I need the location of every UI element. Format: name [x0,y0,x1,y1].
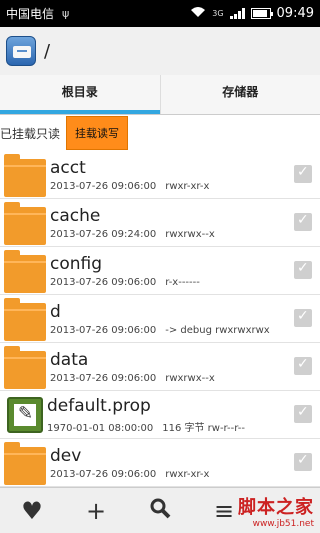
select-checkbox[interactable] [294,212,312,231]
folder-icon [4,201,46,245]
folder-icon [4,441,46,485]
wifi-icon [190,6,206,21]
file-perm: r-x------ [165,276,200,288]
file-perm: rwxr-xr-x [165,468,210,480]
select-checkbox[interactable] [294,260,312,279]
tab-root[interactable]: 根目录 [0,75,160,114]
usb-icon: ψ [62,7,70,20]
folder-icon [4,153,46,197]
file-name: default.prop [47,395,151,416]
signal-icon [229,8,245,19]
file-perm: -> debug rwxrwxrwx [165,324,270,336]
file-name: config [50,253,103,274]
file-row[interactable]: cache 2013-07-26 09:24:00 rwxrwx--x [0,199,320,247]
select-checkbox[interactable] [294,308,312,327]
file-row[interactable]: dev 2013-07-26 09:06:00 rwxr-xr-x [0,439,320,487]
file-name: data [50,349,89,370]
folder-icon [4,297,46,341]
carrier-label: 中国电信 [6,7,55,21]
watermark-title: 脚本之家 [238,497,314,518]
folder-icon [4,249,46,293]
watermark-url: www.jb51.net [252,519,314,529]
watermark: 脚本之家 www.jb51.net [238,493,314,529]
file-date: 2013-07-26 09:06:00 [50,324,157,336]
mount-status-label: 已挂载只读 [0,126,61,141]
network-type: 3G [212,8,224,18]
mount-rw-button[interactable]: 挂载读写 [66,116,129,150]
favorites-heart-icon[interactable]: ♥ [0,497,64,525]
select-checkbox[interactable] [294,404,312,423]
file-date: 2013-07-26 09:06:00 [50,180,157,192]
file-edit-icon [7,396,43,433]
file-perm: rwxrwx--x [165,228,215,240]
search-icon[interactable] [128,497,192,525]
file-perm: 116 字节 rw-r--r-- [162,422,245,434]
file-perm: rwxrwx--x [165,372,215,384]
file-name: d [50,301,61,322]
file-date: 1970-01-01 08:00:00 [47,422,154,434]
file-list: acct 2013-07-26 09:06:00 rwxr-xr-x cache … [0,151,320,487]
title-bar: / [0,27,320,75]
bottom-toolbar: ♥ + ≡ 脚本之家 www.jb51.net [0,487,320,533]
file-name: cache [50,205,101,226]
file-row[interactable]: d 2013-07-26 09:06:00 -> debug rwxrwxrwx [0,295,320,343]
select-checkbox[interactable] [294,356,312,375]
file-perm: rwxr-xr-x [165,180,210,192]
add-icon[interactable]: + [64,497,128,525]
file-date: 2013-07-26 09:06:00 [50,468,157,480]
file-row[interactable]: data 2013-07-26 09:06:00 rwxrwx--x [0,343,320,391]
clock: 09:49 [276,6,314,21]
file-row[interactable]: default.prop 1970-01-01 08:00:00 116 字节 r… [0,391,320,439]
status-bar: 中国电信 ψ 3G 09:49 [0,0,320,27]
select-checkbox[interactable] [294,164,312,183]
mount-row: 已挂载只读 挂载读写 [0,115,320,151]
current-path: / [44,40,51,62]
select-checkbox[interactable] [294,452,312,471]
file-date: 2013-07-26 09:06:00 [50,372,157,384]
battery-icon [250,8,273,19]
file-row[interactable]: config 2013-07-26 09:06:00 r-x------ [0,247,320,295]
file-date: 2013-07-26 09:06:00 [50,276,157,288]
file-date: 2013-07-26 09:24:00 [50,228,157,240]
file-row[interactable]: acct 2013-07-26 09:06:00 rwxr-xr-x [0,151,320,199]
file-name: acct [50,157,86,178]
app-icon[interactable] [6,36,36,66]
tab-bar: 根目录 存储器 [0,75,320,115]
file-name: dev [50,445,82,466]
tab-storage[interactable]: 存储器 [159,75,320,114]
folder-icon [4,345,46,389]
